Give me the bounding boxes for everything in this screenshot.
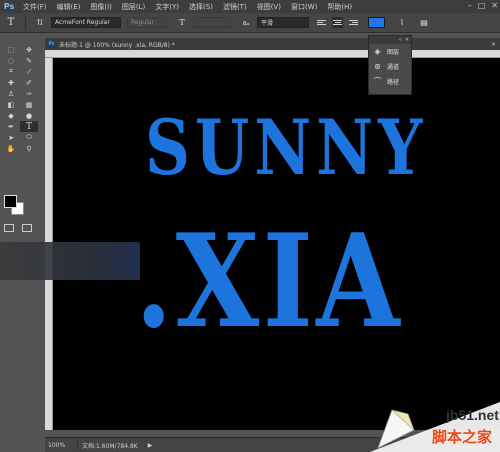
panel-item-label: 通道 xyxy=(387,64,400,71)
minimize-icon[interactable]: – xyxy=(468,1,472,10)
menu-select[interactable]: 选择(S) xyxy=(184,2,218,12)
panel-item-layers[interactable]: ◈ 图层 xyxy=(369,44,411,59)
window-controls: – □ ✕ xyxy=(468,1,498,10)
document-tab[interactable]: Ps 未标题-1 @ 100% (sunny .xia, RGB/8) * ✕ xyxy=(45,38,500,50)
font-family-select[interactable]: AcmeFont Regular xyxy=(51,17,121,28)
canvas-text-line-2[interactable]: .XIA xyxy=(135,218,403,346)
panel-item-label: 图层 xyxy=(387,49,400,56)
font-size-icon: T xyxy=(179,18,185,27)
marquee-tool-icon[interactable]: ⬚ xyxy=(2,44,20,55)
channels-icon: ⊛ xyxy=(374,62,381,71)
align-left-icon[interactable] xyxy=(317,17,328,28)
collapse-panel-icon[interactable]: « xyxy=(399,37,402,43)
document-title: 未标题-1 @ 100% (sunny .xia, RGB/8) * xyxy=(59,41,175,49)
menu-view[interactable]: 视图(V) xyxy=(252,2,286,12)
align-right-icon[interactable] xyxy=(347,17,358,28)
layers-icon: ◈ xyxy=(374,47,381,56)
photoshop-logo: Ps xyxy=(3,2,15,11)
menu-image[interactable]: 图像(I) xyxy=(85,2,117,12)
canvas-text-line-1[interactable]: SUNNY xyxy=(145,110,427,186)
panel-item-paths[interactable]: ⌒ 路径 xyxy=(369,74,411,89)
eyedropper-tool-icon[interactable]: ⁄ xyxy=(20,66,38,77)
close-panel-icon[interactable]: ✕ xyxy=(405,37,409,43)
eraser-tool-icon[interactable]: ◧ xyxy=(2,99,20,110)
crop-tool-icon[interactable]: ⌗ xyxy=(2,66,20,77)
tools-panel: ⬚ ✥ ◌ ✎ ⌗ ⁄ ✚ ✐ ♙ ✑ ◧ ▦ ◆ ● ✒ T ➤ ⬭ ✋ ⚲ xyxy=(0,40,38,240)
panel-header[interactable]: « ✕ xyxy=(369,36,411,44)
zoom-level[interactable]: 100% xyxy=(45,442,73,449)
menu-window[interactable]: 窗口(W) xyxy=(286,2,322,12)
watermark-site: jb51.net xyxy=(445,407,499,423)
panel-item-label: 路径 xyxy=(387,79,400,86)
maximize-icon[interactable]: □ xyxy=(478,1,486,10)
history-brush-tool-icon[interactable]: ✑ xyxy=(20,88,38,99)
quick-mask-icon[interactable] xyxy=(4,224,14,232)
path-select-tool-icon[interactable]: ➤ xyxy=(2,132,20,143)
menu-type[interactable]: 文字(Y) xyxy=(150,2,184,12)
blur-tool-icon[interactable]: ◆ xyxy=(2,110,20,121)
menu-file[interactable]: 文件(F) xyxy=(18,2,52,12)
menu-edit[interactable]: 编辑(E) xyxy=(52,2,86,12)
healing-tool-icon[interactable]: ✚ xyxy=(2,77,20,88)
lasso-tool-icon[interactable]: ◌ xyxy=(2,55,20,66)
ellipse-tool-icon[interactable]: ⬭ xyxy=(20,132,38,143)
horizontal-ruler[interactable] xyxy=(45,50,500,58)
character-panel-icon[interactable]: ▤ xyxy=(413,18,435,27)
photoshop-window: Ps 文件(F) 编辑(E) 图像(I) 图层(L) 文字(Y) 选择(S) 滤… xyxy=(0,0,500,452)
antialias-select[interactable]: 平滑 xyxy=(257,17,309,28)
menu-filter[interactable]: 滤镜(T) xyxy=(218,2,252,12)
quick-select-tool-icon[interactable]: ✎ xyxy=(20,55,38,66)
brush-tool-icon[interactable]: ✐ xyxy=(20,77,38,88)
font-style-select[interactable]: Regular xyxy=(127,17,167,28)
paths-icon: ⌒ xyxy=(373,77,382,86)
font-size-field[interactable] xyxy=(193,17,231,28)
dodge-tool-icon[interactable]: ● xyxy=(20,110,38,121)
type-tool-icon[interactable]: T xyxy=(20,121,38,132)
move-tool-icon[interactable]: ✥ xyxy=(20,44,38,55)
warp-text-icon[interactable]: ⌇ xyxy=(391,18,413,27)
text-color-swatch[interactable] xyxy=(368,17,385,28)
divider xyxy=(77,440,78,450)
color-swatches[interactable] xyxy=(4,195,26,217)
panel-item-channels[interactable]: ⊛ 通道 xyxy=(369,59,411,74)
screen-mode-icon[interactable] xyxy=(22,224,32,232)
watermark-graphic: jb51.net 脚本之家 xyxy=(370,402,500,452)
divider xyxy=(25,15,26,30)
antialias-icon: aₐ xyxy=(242,18,250,27)
close-icon[interactable]: ✕ xyxy=(491,1,498,10)
antialias-value: 平滑 xyxy=(261,20,274,27)
floating-panel: « ✕ ◈ 图层 ⊛ 通道 ⌒ 路径 xyxy=(368,35,412,95)
menu-help[interactable]: 帮助(H) xyxy=(322,2,357,12)
align-center-icon[interactable] xyxy=(332,17,343,28)
font-family-value: AcmeFont Regular xyxy=(55,19,110,26)
gradient-tool-icon[interactable]: ▦ xyxy=(20,99,38,110)
zoom-tool-icon[interactable]: ⚲ xyxy=(20,143,38,154)
watermark: jb51.net 脚本之家 xyxy=(370,390,500,452)
menu-layer[interactable]: 图层(L) xyxy=(117,2,150,12)
watermark-name: 脚本之家 xyxy=(432,428,492,446)
options-bar: T ⇅ AcmeFont Regular Regular T aₐ 平滑 ⌇ ▤ xyxy=(0,13,500,33)
foreground-color-swatch[interactable] xyxy=(4,195,17,208)
status-menu-arrow-icon[interactable]: ▶ xyxy=(148,442,153,449)
document-size: 文档:1.60M/784.8K xyxy=(82,442,138,450)
text-orientation-icon[interactable]: ⇅ xyxy=(29,18,51,27)
stamp-tool-icon[interactable]: ♙ xyxy=(2,88,20,99)
overlay-bar xyxy=(0,242,140,280)
pen-tool-icon[interactable]: ✒ xyxy=(2,121,20,132)
font-style-value: Regular xyxy=(131,19,155,26)
type-tool-preset-icon[interactable]: T xyxy=(0,17,22,28)
menu-bar: Ps 文件(F) 编辑(E) 图像(I) 图层(L) 文字(Y) 选择(S) 滤… xyxy=(0,0,500,13)
hand-tool-icon[interactable]: ✋ xyxy=(2,143,20,154)
ps-document-icon: Ps xyxy=(47,40,56,48)
close-document-icon[interactable]: ✕ xyxy=(491,41,496,48)
